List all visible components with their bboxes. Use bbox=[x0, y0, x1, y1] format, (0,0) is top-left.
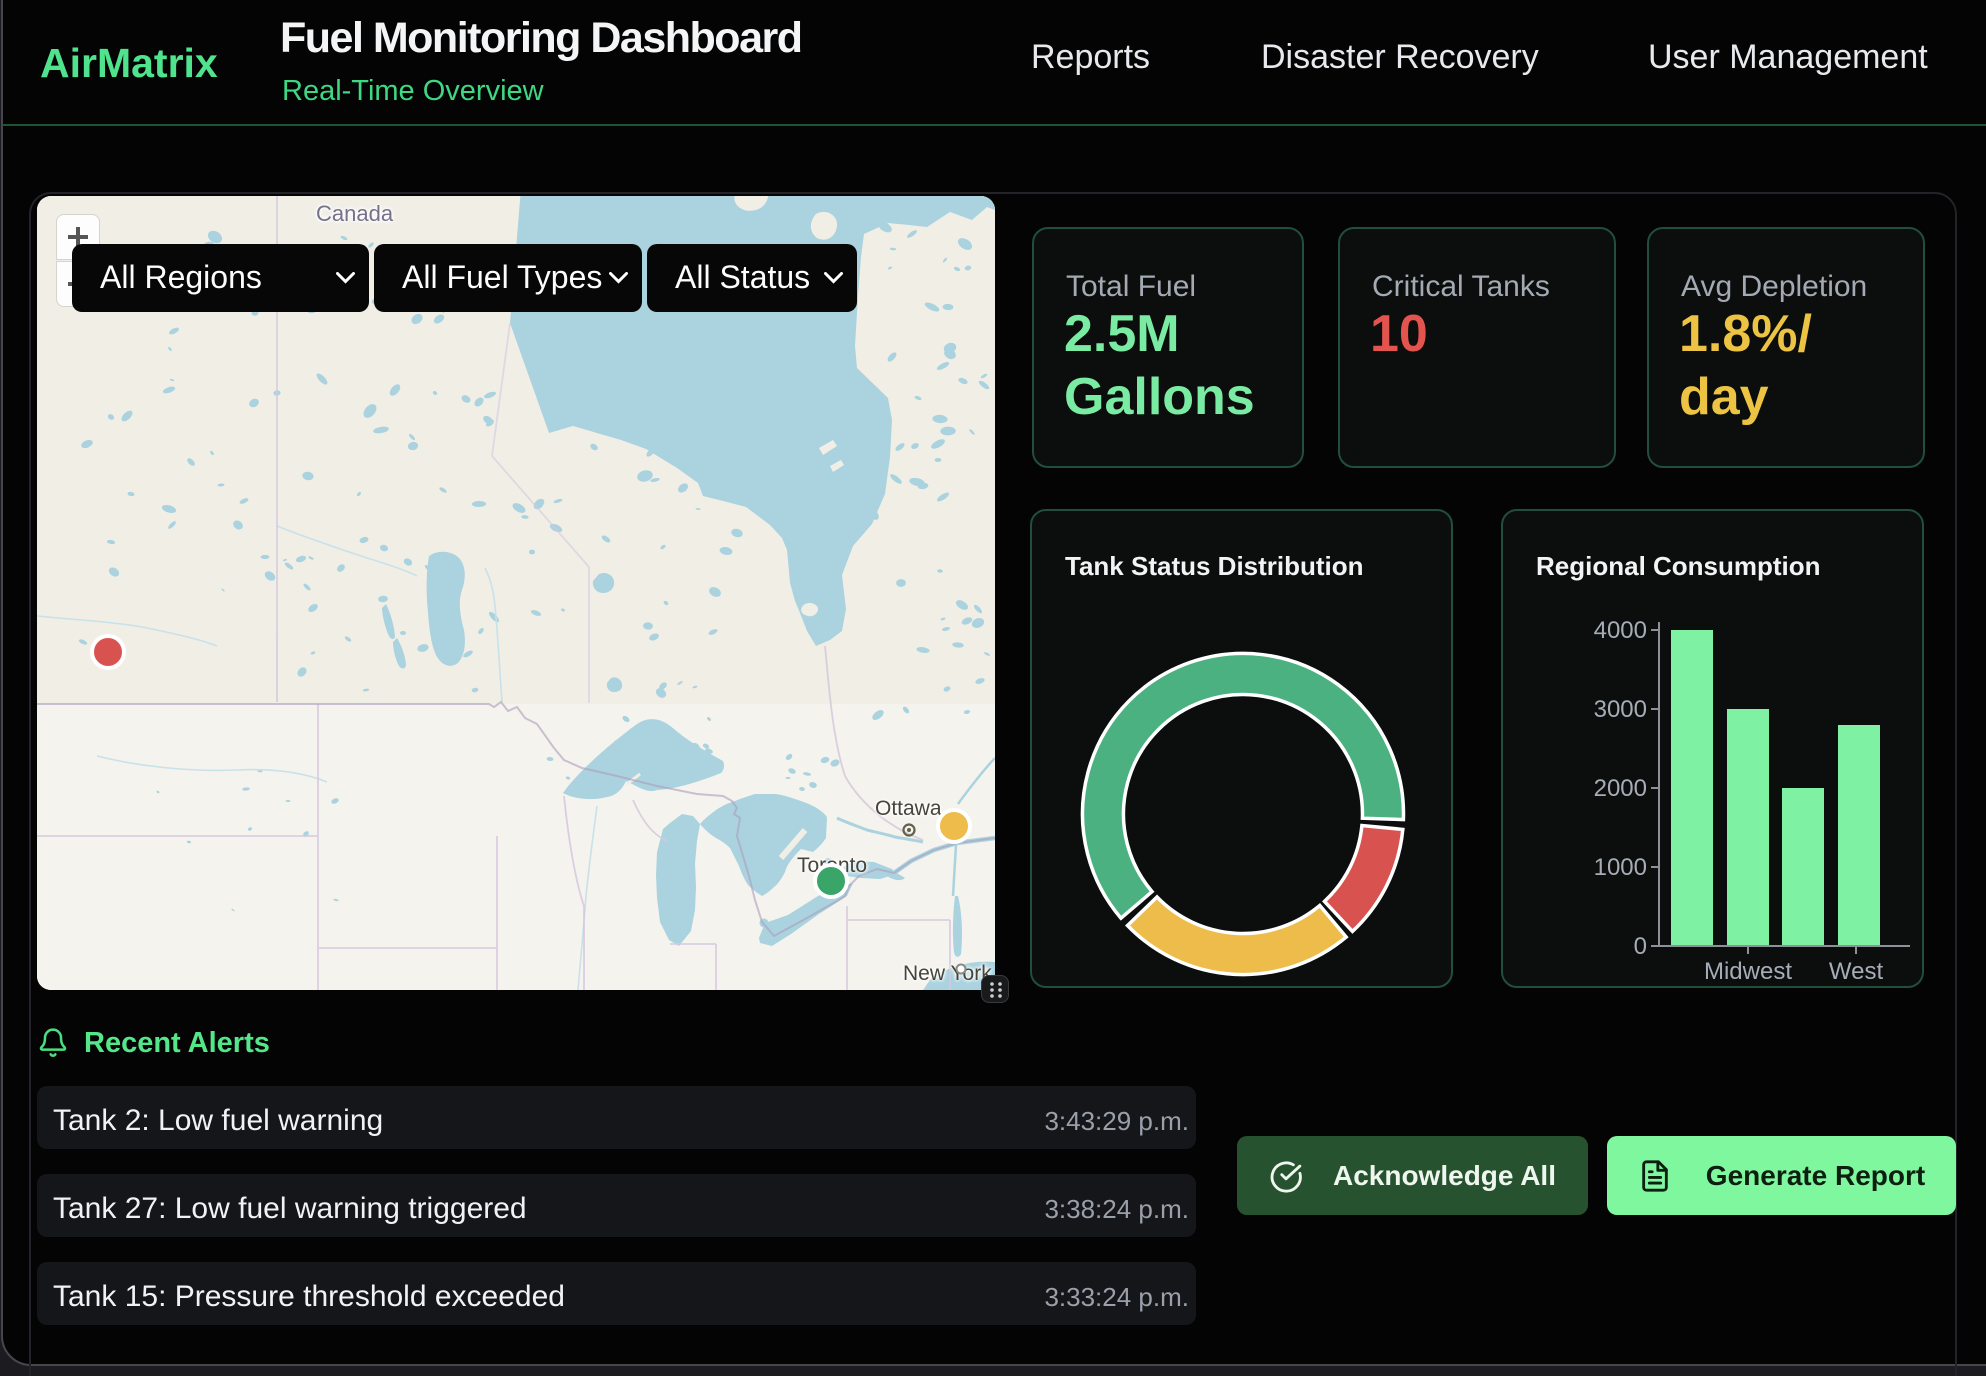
svg-text:Midwest: Midwest bbox=[1704, 958, 1792, 985]
svg-text:3000: 3000 bbox=[1594, 696, 1647, 723]
svg-text:0: 0 bbox=[1634, 933, 1647, 960]
svg-text:West: West bbox=[1829, 958, 1884, 985]
svg-text:2000: 2000 bbox=[1594, 775, 1647, 802]
svg-text:1000: 1000 bbox=[1594, 854, 1647, 881]
svg-text:4000: 4000 bbox=[1594, 617, 1647, 644]
